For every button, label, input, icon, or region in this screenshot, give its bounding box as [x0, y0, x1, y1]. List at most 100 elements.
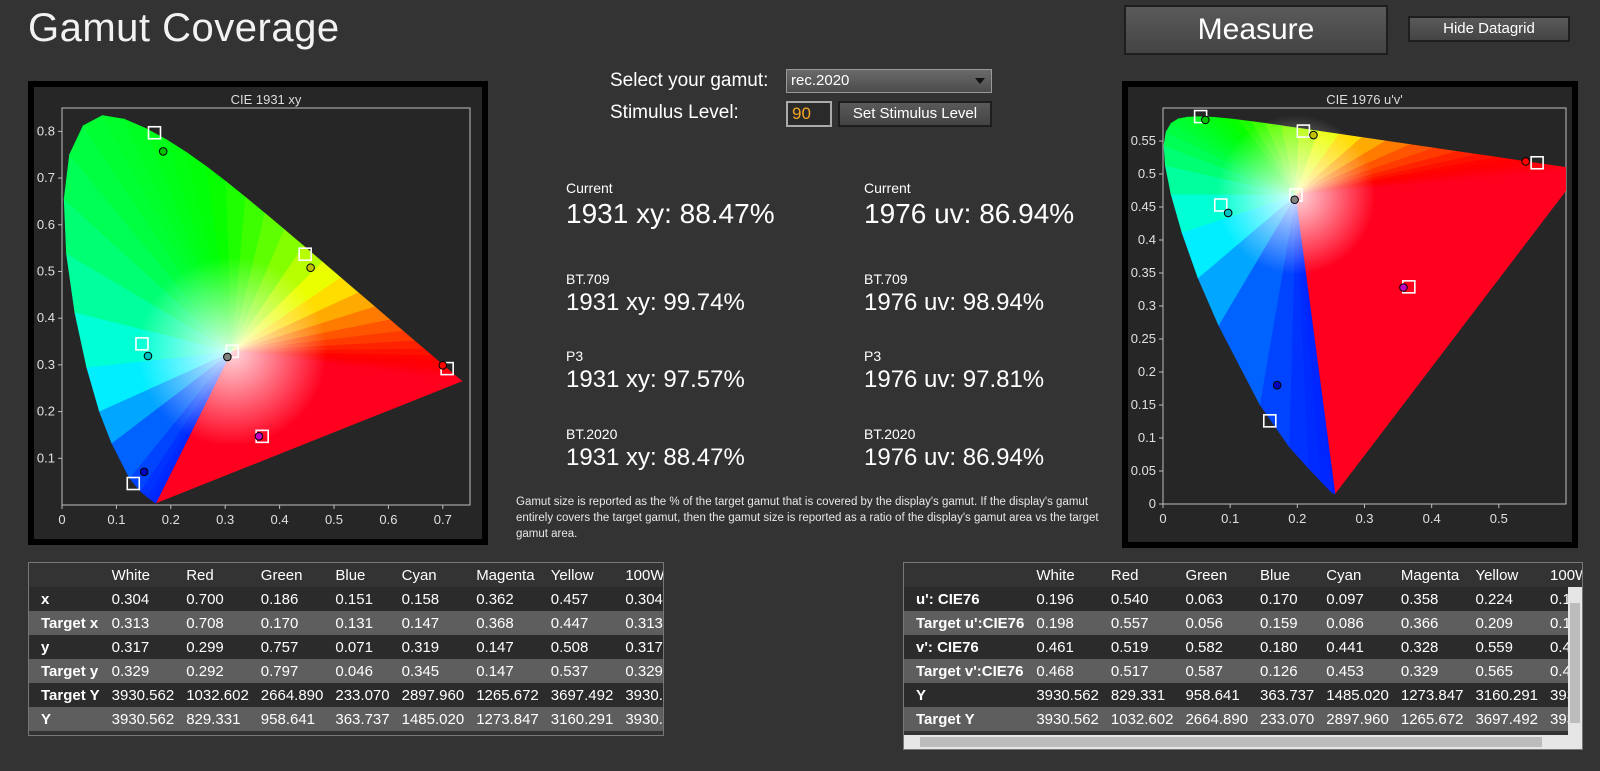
table-cell: 1273.847	[1394, 683, 1470, 707]
chevron-down-icon	[975, 78, 985, 84]
gamut-select[interactable]: rec.2020	[786, 69, 992, 93]
row-header: Y	[904, 683, 1031, 707]
table-row[interactable]: Target x 0.313 0.708 0.170 0.131 0.147 0.368 0.…	[29, 611, 663, 635]
column-header[interactable]	[904, 563, 1030, 587]
table-row[interactable]: y 0.317 0.299 0.757 0.071 0.319 0.147 0.508 0.31…	[29, 635, 663, 659]
y-tick-label: 0.8	[37, 123, 55, 138]
table-cell: 958.641	[1179, 683, 1255, 707]
stat-value: 1976 uv: 98.94%	[864, 289, 1045, 316]
table-cell: 0.457	[544, 587, 620, 611]
table-cell: 0.196	[1030, 587, 1105, 611]
column-header[interactable]: 100W	[1544, 563, 1582, 587]
uv-datagrid[interactable]: WhiteRedGreenBlueCyanMagentaYellow100Wu'…	[903, 562, 1583, 750]
table-cell: 1265.672	[470, 683, 545, 707]
table-row[interactable]: Target Y 3930.562 1032.602 2664.890 233.070 2…	[904, 707, 1582, 731]
table-row[interactable]: Target v':CIE76 0.468 0.517 0.587 0.126 0.453…	[904, 659, 1582, 683]
table-cell: 0.186	[254, 587, 330, 611]
table-cell: 0.537	[544, 659, 620, 683]
table-cell: 0.517	[1104, 659, 1180, 683]
table-header-row: WhiteRedGreenBlueCyanMagentaYellow100W	[29, 563, 663, 587]
table-cell: 0.071	[329, 635, 396, 659]
column-header[interactable]: White	[1030, 563, 1105, 587]
measured-marker	[438, 361, 448, 370]
table-row[interactable]: Target Y 3930.562 1032.602 2664.890 233.070 2…	[29, 683, 663, 707]
x-tick-label: 0.3	[1355, 511, 1373, 526]
column-header[interactable]: Red	[1105, 563, 1180, 587]
table-row[interactable]: u': CIE76 0.196 0.540 0.063 0.170 0.097 0.358 0…	[904, 587, 1582, 611]
table-cell: 1273.847	[470, 707, 545, 731]
column-header[interactable]: Yellow	[545, 563, 620, 587]
table-cell: 3697.492	[1469, 707, 1545, 731]
table-cell: 0.317	[619, 635, 663, 659]
row-header: u': CIE76	[904, 587, 1031, 611]
y-tick-label: 0.1	[37, 450, 55, 465]
table-row[interactable]: Y 3930.562 829.331 958.641 363.737 1485.020 12…	[904, 683, 1582, 707]
set-stimulus-level-button[interactable]: Set Stimulus Level	[838, 101, 992, 127]
table-cell: 0.366	[1394, 611, 1470, 635]
table-cell: 3930.562	[619, 707, 663, 731]
column-header[interactable]: Magenta	[470, 563, 545, 587]
measured-marker	[158, 147, 168, 156]
table-cell: 233.070	[329, 683, 396, 707]
y-tick-label: 0.45	[1131, 199, 1156, 214]
table-cell: 0.209	[1469, 611, 1545, 635]
column-header[interactable]: Green	[255, 563, 330, 587]
table-cell: 1032.602	[1104, 707, 1180, 731]
table-cell: 0.063	[1179, 587, 1255, 611]
table-row[interactable]: x 0.304 0.700 0.186 0.151 0.158 0.362 0.457 0.30…	[29, 587, 663, 611]
table-cell: 0.447	[544, 611, 620, 635]
column-header[interactable]: Cyan	[396, 563, 471, 587]
table-cell: 0.158	[395, 587, 471, 611]
column-header[interactable]	[29, 563, 106, 587]
xy-datagrid[interactable]: White Red Green Blue Cyan Magenta Yellow 100W x 0…	[28, 562, 664, 736]
table-cell: 3930.562	[1030, 683, 1105, 707]
horizontal-scrollbar[interactable]	[904, 735, 1582, 749]
stimulus-level-input[interactable]: 90	[786, 101, 832, 127]
table-cell: 0.329	[1394, 659, 1470, 683]
column-header[interactable]: Magenta	[1395, 563, 1470, 587]
x-tick-label: 0.3	[216, 512, 234, 527]
gamut-select-label: Select your gamut:	[610, 70, 769, 91]
table-row[interactable]: Target y 0.329 0.292 0.797 0.046 0.345 0.147 0.…	[29, 659, 663, 683]
y-tick-label: 0.05	[1131, 463, 1156, 478]
table-cell: 0.708	[180, 611, 255, 635]
stat-caption: Current	[864, 180, 911, 196]
table-cell: 0.565	[1469, 659, 1545, 683]
column-header[interactable]: Green	[1179, 563, 1254, 587]
table-cell: 0.468	[1030, 659, 1105, 683]
cie1976-chart: CIE 1976 u'v' 0 0.1 0.2 0.3 0.4 0.5 0 0.05 0.1 0.1…	[1122, 81, 1578, 548]
column-header[interactable]: Red	[180, 563, 255, 587]
scrollbar-thumb[interactable]	[920, 737, 1542, 747]
x-tick-label: 0.2	[162, 512, 180, 527]
table-cell: 0.508	[544, 635, 620, 659]
measured-marker	[143, 351, 153, 361]
column-header[interactable]: White	[106, 563, 181, 587]
gamut-note: Gamut size is reported as the % of the t…	[516, 496, 1099, 540]
table-cell: 0.329	[105, 659, 181, 683]
table-row[interactable]: Target u':CIE76 0.198 0.557 0.056 0.159 0.086…	[904, 611, 1582, 635]
table-cell: 0.557	[1104, 611, 1180, 635]
y-tick-label: 0	[1149, 496, 1156, 511]
y-tick-label: 0.3	[1138, 298, 1156, 313]
column-header[interactable]: 100W	[619, 563, 663, 587]
column-header[interactable]: Blue	[329, 563, 395, 587]
stat-value: 1931 xy: 88.47%	[566, 444, 745, 471]
stat-caption: Current	[566, 180, 613, 196]
table-row[interactable]: v': CIE76 0.461 0.519 0.582 0.180 0.441 0.328 0…	[904, 635, 1582, 659]
column-header[interactable]: Cyan	[1320, 563, 1395, 587]
table-header-row: WhiteRedGreenBlueCyanMagentaYellow100W	[904, 563, 1582, 587]
column-header[interactable]: Blue	[1254, 563, 1320, 587]
x-tick-label: 0.1	[1221, 511, 1239, 526]
scrollbar-thumb[interactable]	[1570, 603, 1580, 723]
measure-button[interactable]: Measure	[1124, 5, 1388, 55]
table-cell: 2664.890	[1179, 707, 1255, 731]
table-cell: 0.317	[105, 635, 181, 659]
column-header[interactable]: Yellow	[1469, 563, 1544, 587]
vertical-scrollbar[interactable]	[1568, 587, 1582, 735]
p3-xy-stat: P3 1931 xy: 97.57%	[566, 348, 745, 394]
table-cell: 0.362	[470, 587, 545, 611]
table-row[interactable]: Y 3930.562 829.331 958.641 363.737 1485.020 12…	[29, 707, 663, 731]
hide-datagrid-button[interactable]: Hide Datagrid	[1408, 16, 1570, 42]
table-cell: 0.147	[395, 611, 471, 635]
table-cell: 958.641	[254, 707, 330, 731]
